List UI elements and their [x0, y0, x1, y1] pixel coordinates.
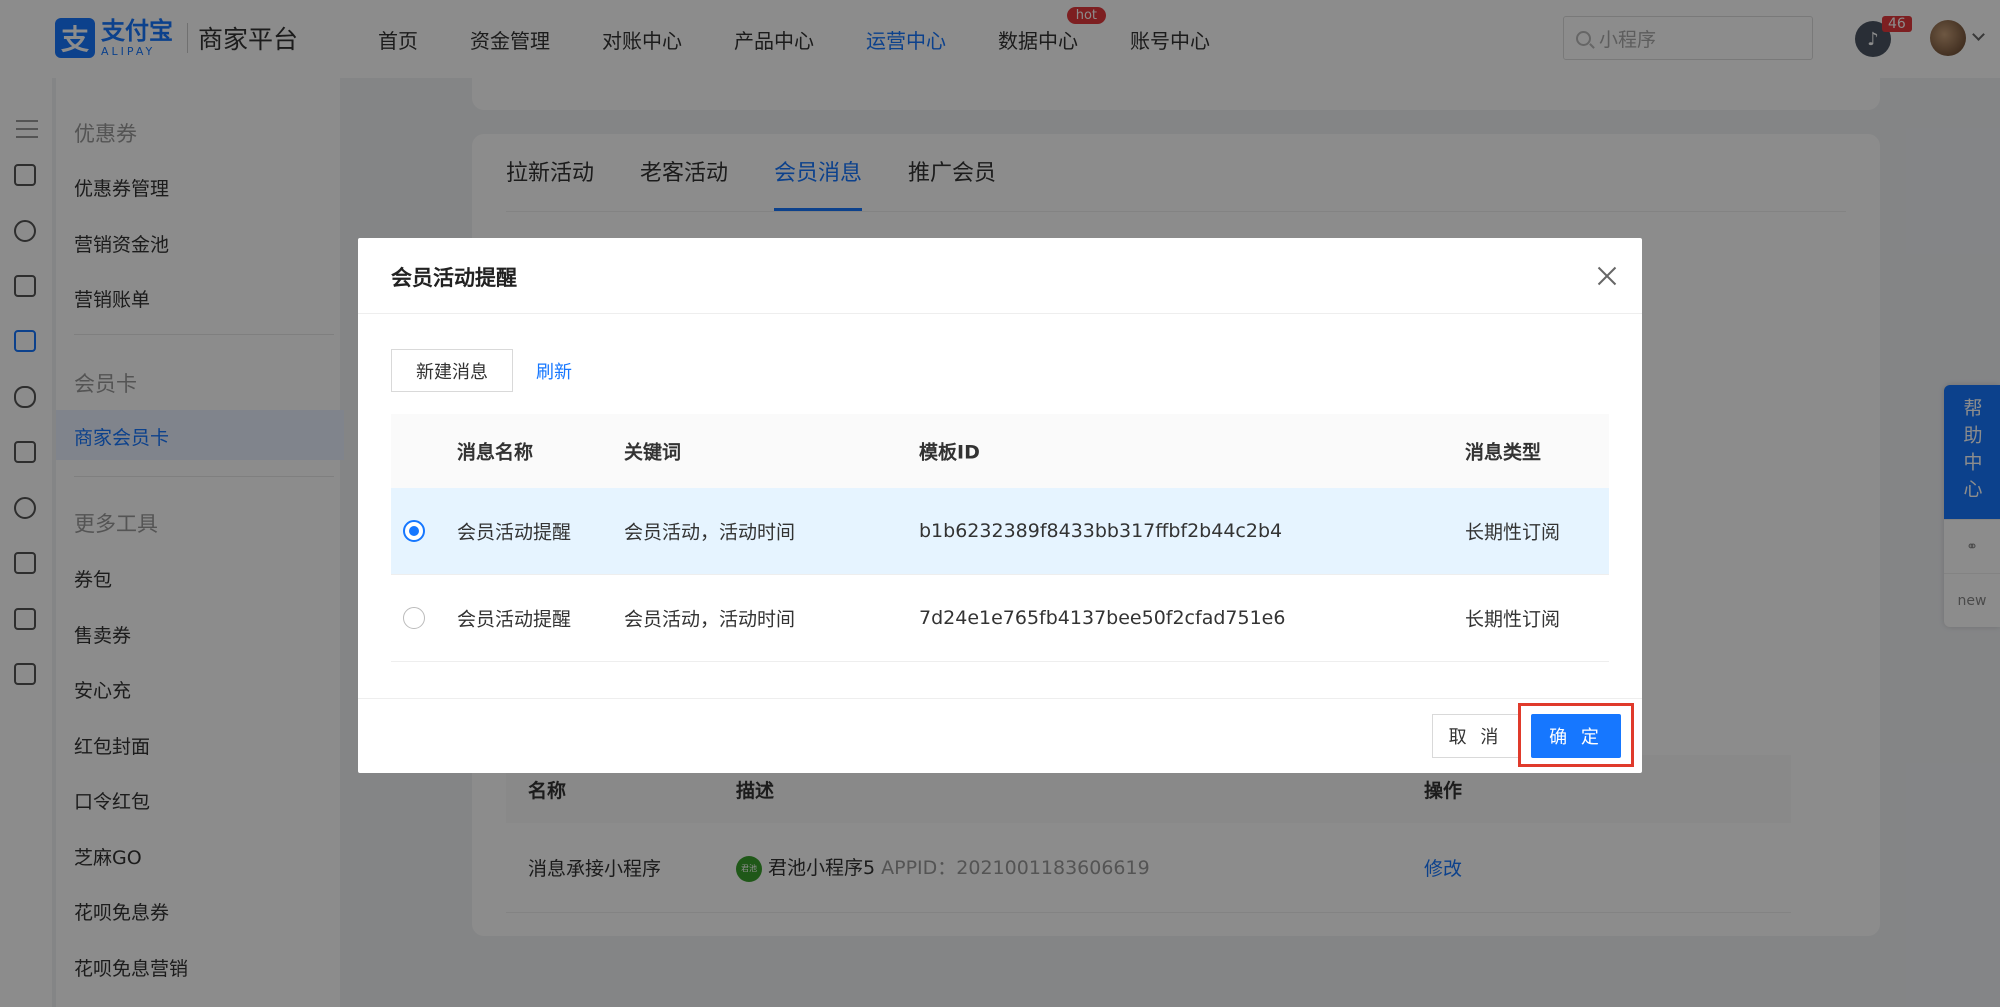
row-type: 长期性订阅	[1465, 608, 1561, 631]
row-name: 会员活动提醒	[457, 521, 572, 544]
row-keywords: 会员活动，活动时间	[624, 608, 796, 631]
table-row[interactable]: 会员活动提醒 会员活动，活动时间 b1b6232389f8433bb317ffb…	[391, 488, 1609, 575]
radio-unselected[interactable]	[403, 607, 425, 629]
col-template-id: 模板ID	[919, 441, 980, 464]
modal-footer: 取 消 确 定	[358, 698, 1642, 773]
cancel-button[interactable]: 取 消	[1432, 714, 1519, 758]
new-message-button[interactable]: 新建消息	[391, 349, 513, 392]
table-row[interactable]: 会员活动提醒 会员活动，活动时间 7d24e1e765fb4137bee50f2…	[391, 575, 1609, 662]
modal-title: 会员活动提醒	[391, 266, 517, 290]
member-reminder-modal: 会员活动提醒 新建消息 刷新 消息名称 关键词 模板ID 消息类型 会员活动提醒…	[358, 238, 1642, 773]
row-template-id: 7d24e1e765fb4137bee50f2cfad751e6	[919, 607, 1286, 629]
row-keywords: 会员活动，活动时间	[624, 521, 796, 544]
modal-header: 会员活动提醒	[358, 238, 1642, 314]
radio-selected[interactable]	[403, 520, 425, 542]
row-type: 长期性订阅	[1465, 521, 1561, 544]
row-template-id: b1b6232389f8433bb317ffbf2b44c2b4	[919, 520, 1283, 542]
refresh-link[interactable]: 刷新	[536, 358, 572, 384]
row-name: 会员活动提醒	[457, 608, 572, 631]
confirm-highlight-box	[1518, 703, 1634, 767]
close-icon[interactable]	[1594, 263, 1620, 289]
message-table: 消息名称 关键词 模板ID 消息类型 会员活动提醒 会员活动，活动时间 b1b6…	[391, 414, 1609, 662]
col-keywords: 关键词	[624, 441, 682, 464]
col-name: 消息名称	[457, 441, 534, 464]
table-header: 消息名称 关键词 模板ID 消息类型	[391, 414, 1609, 488]
col-type: 消息类型	[1465, 441, 1542, 464]
